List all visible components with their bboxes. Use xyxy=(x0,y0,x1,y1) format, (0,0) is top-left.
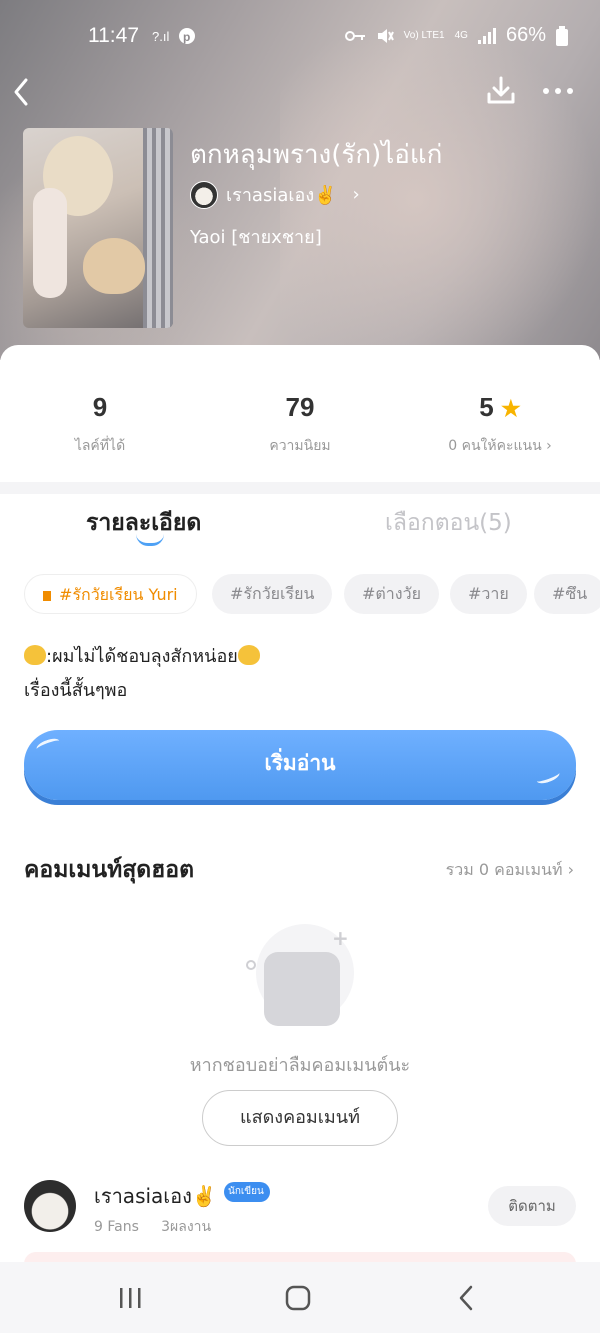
key-icon xyxy=(344,30,365,41)
battery-icon xyxy=(556,25,568,46)
svg-text:p: p xyxy=(183,30,190,44)
author-card-avatar[interactable] xyxy=(24,1180,76,1232)
back-arrow-icon xyxy=(459,1285,473,1311)
chevron-right-icon: › xyxy=(352,184,360,205)
tab-bar: รายละเอียด เลือกตอน(5) xyxy=(0,505,600,555)
status-bar: 11:47 ?.ıl p Vo) LTE1 4G 66% xyxy=(0,0,600,72)
synopsis: :ผมไม่ได้ชอบลุงสักหน่อย เรื่องนี้สั้นๆพอ xyxy=(24,640,260,708)
mute-icon xyxy=(377,28,394,43)
system-back-button[interactable] xyxy=(446,1282,486,1314)
signal-icon xyxy=(477,27,496,44)
stats-row: 9 ไลค์ที่ได้ 79 ความนิยม 5 ★ 0 คนให้คะแน… xyxy=(0,392,600,462)
author-name: เราasiaเอง✌️ xyxy=(226,185,337,206)
synopsis-line-1: :ผมไม่ได้ชอบลุงสักหน่อย xyxy=(46,646,238,667)
book-cover-image xyxy=(23,128,173,328)
author-avatar xyxy=(190,180,218,209)
follow-button[interactable]: ติดตาม xyxy=(488,1186,576,1226)
tag-list: #รักวัยเรียน Yuri #รักวัยเรียน #ต่างวัย … xyxy=(24,574,600,614)
stat-popularity-value: 79 xyxy=(285,392,315,422)
writer-badge: นักเขียน xyxy=(224,1182,270,1202)
stat-likes-label: ไลค์ที่ได้ xyxy=(74,438,126,454)
comments-total-label: รวม 0 คอมเมนท์ xyxy=(445,860,563,879)
start-reading-button[interactable]: เริ่มอ่าน xyxy=(24,730,576,800)
more-button[interactable] xyxy=(540,76,576,106)
book-genre: Yaoi [ชายxชาย] xyxy=(190,227,322,248)
synopsis-line-2: เรื่องนี้สั้นๆพอ xyxy=(24,680,128,701)
status-lte: Vo) LTE1 xyxy=(403,29,445,41)
status-right-group: Vo) LTE1 4G 66% xyxy=(344,24,568,47)
comments-section-title: คอมเมนท์สุดฮอต xyxy=(24,857,195,883)
stat-rating-label: 0 คนให้คะแนน xyxy=(448,438,542,454)
tag-label: #รักวัยเรียน Yuri xyxy=(59,585,178,604)
chevron-left-icon xyxy=(14,78,28,106)
home-icon xyxy=(285,1285,311,1311)
stat-likes: 9 ไลค์ที่ได้ xyxy=(0,392,200,457)
more-dots-icon xyxy=(543,88,573,94)
stat-popularity-label: ความนิยม xyxy=(269,438,331,454)
status-notification-icons: ?.ıl p xyxy=(152,26,200,50)
flag-icon xyxy=(43,591,51,601)
tag-item[interactable]: #รักวัยเรียน xyxy=(212,574,333,614)
system-nav-bar xyxy=(0,1262,600,1333)
empty-comments-illustration: + xyxy=(246,924,356,1034)
stat-likes-value: 9 xyxy=(92,392,108,422)
start-reading-label: เริ่มอ่าน xyxy=(264,751,336,775)
tag-item[interactable]: #ซึน xyxy=(534,574,600,614)
tag-item[interactable]: #ต่างวัย xyxy=(344,574,439,614)
tab-episodes[interactable]: เลือกตอน(5) xyxy=(385,505,512,541)
comments-total-link[interactable]: รวม 0 คอมเมนท์ › xyxy=(446,858,574,883)
empty-comments-text: หากชอบอย่าลืมคอมเมนต์นะ xyxy=(189,1055,411,1076)
author-card-name[interactable]: เราasiaเอง✌️ xyxy=(94,1180,217,1212)
show-comments-button[interactable]: แสดงคอมเมนท์ xyxy=(202,1090,398,1146)
chevron-right-icon: › xyxy=(546,438,552,454)
author-card-meta: 9 Fans 3ผลงาน xyxy=(94,1216,211,1238)
tag-item-featured[interactable]: #รักวัยเรียน Yuri xyxy=(24,574,197,614)
home-button[interactable] xyxy=(278,1282,318,1314)
svg-text:?.ıl: ?.ıl xyxy=(152,29,169,44)
cat-face-icon xyxy=(24,645,46,665)
download-icon xyxy=(487,76,515,104)
stat-popularity: 79 ความนิยม xyxy=(200,392,400,457)
chevron-right-icon: › xyxy=(567,860,574,879)
author-link[interactable]: เราasiaเอง✌️ › xyxy=(190,180,360,209)
download-button[interactable] xyxy=(484,74,518,108)
author-card: เราasiaเอง✌️ นักเขียน 9 Fans 3ผลงาน ติดต… xyxy=(0,1176,600,1246)
status-4g: 4G xyxy=(454,29,468,41)
author-works: 3ผลงาน xyxy=(161,1219,212,1235)
book-title: ตกหลุมพราง(รัก)ไอ่แก่ xyxy=(190,140,443,170)
tag-item[interactable]: #วาย xyxy=(450,574,527,614)
stat-rating-value: 5 xyxy=(479,392,494,422)
star-icon: ★ xyxy=(500,396,521,421)
recent-apps-button[interactable] xyxy=(110,1282,150,1314)
recents-icon xyxy=(120,1288,141,1308)
section-divider xyxy=(0,482,600,494)
back-button[interactable] xyxy=(8,72,36,112)
stat-rating[interactable]: 5 ★ 0 คนให้คะแนน › xyxy=(400,392,600,457)
author-fans: 9 Fans xyxy=(94,1219,139,1235)
status-time: 11:47 xyxy=(88,24,139,47)
battery-percent: 66% xyxy=(505,24,546,46)
cat-face-icon xyxy=(237,645,260,665)
